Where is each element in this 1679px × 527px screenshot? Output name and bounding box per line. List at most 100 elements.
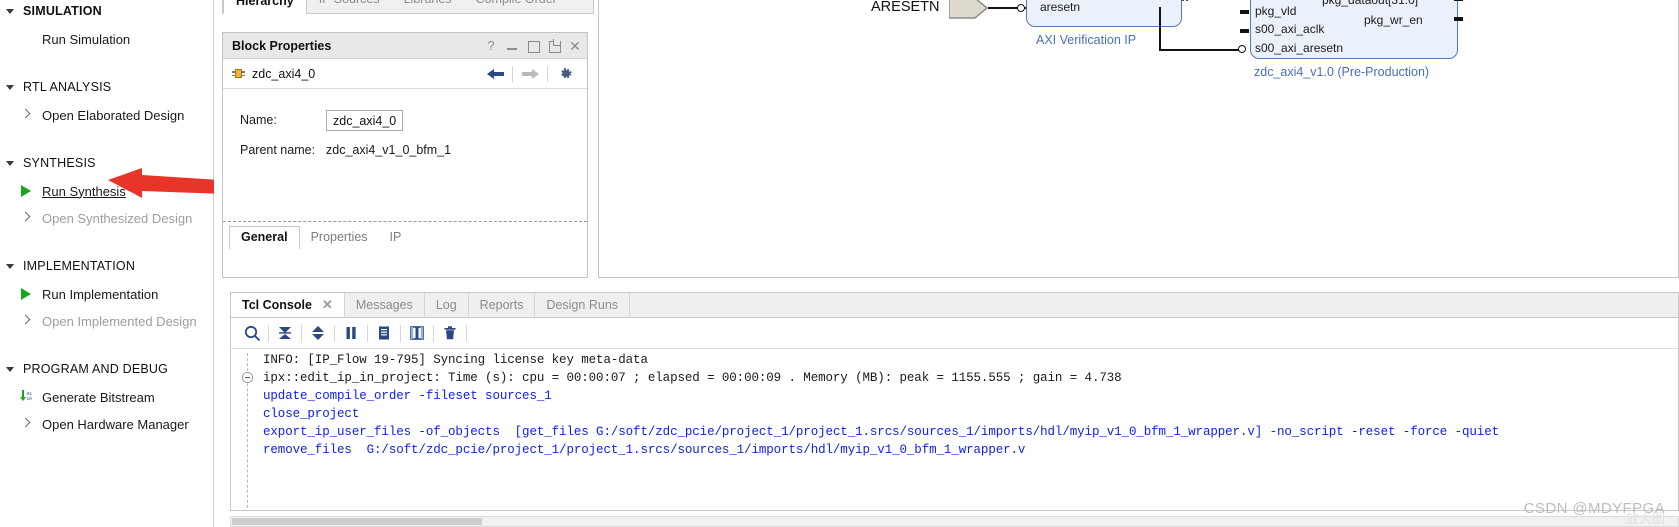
port-pin-circle: [1017, 4, 1025, 12]
tab-reports[interactable]: Reports: [469, 293, 536, 317]
port-pin: [1240, 29, 1249, 33]
external-port-aresetn-icon[interactable]: [949, 0, 989, 19]
flow-section-simulation[interactable]: SIMULATION: [0, 0, 213, 22]
close-icon[interactable]: ✕: [322, 297, 333, 313]
flow-item-generate-bitstream[interactable]: 01 10 Generate Bitstream: [0, 386, 213, 408]
flow-item-open-elaborated-design[interactable]: Open Elaborated Design: [0, 104, 213, 126]
flow-section-program-and-debug[interactable]: PROGRAM AND DEBUG: [0, 358, 213, 380]
field-row-name: Name: zdc_axi4_0: [223, 105, 587, 135]
flow-item-label: Open Hardware Manager: [42, 416, 189, 432]
port-label-s00-axi-aclk: s00_axi_aclk: [1255, 22, 1325, 36]
nav-buttons: [481, 63, 579, 85]
help-icon[interactable]: ?: [485, 39, 497, 52]
copy-icon[interactable]: [369, 320, 399, 346]
port-pin: [1454, 0, 1463, 1]
flow-item-run-simulation[interactable]: Run Simulation: [0, 28, 213, 50]
watermark-secondary: 放大图: [1625, 511, 1665, 526]
tab-hierarchy[interactable]: Hierarchy: [223, 0, 307, 14]
caret-down-icon[interactable]: [6, 82, 16, 92]
flow-item-open-implemented-design[interactable]: Open Implemented Design: [0, 310, 213, 332]
block-caption-axi-verification-ip: AXI Verification IP: [1036, 33, 1137, 47]
tab-label: Design Runs: [546, 298, 619, 312]
console-line: remove_files G:/soft/zdc_pcie/project_1/…: [263, 443, 1026, 457]
field-row-parent-name: Parent name: zdc_axi4_v1_0_bfm_1: [223, 135, 587, 165]
flow-section-rtl-analysis[interactable]: RTL ANALYSIS: [0, 76, 213, 98]
flow-item-run-synthesis[interactable]: Run Synthesis: [0, 180, 213, 202]
fold-toggle-icon[interactable]: [242, 372, 253, 383]
flow-section-label: SIMULATION: [23, 4, 102, 18]
caret-down-icon[interactable]: [6, 158, 16, 168]
maximize-icon[interactable]: [527, 40, 540, 53]
block-design-canvas[interactable]: ARESETN aresetn m_axi AXI Verification I…: [598, 0, 1679, 278]
panel-title: Block Properties: [232, 38, 332, 53]
console-line: INFO: [IP_Flow 19-795] Syncing license k…: [263, 353, 648, 367]
bus-pin-icon: [1182, 0, 1188, 5]
chevron-right-icon: [18, 210, 34, 226]
scrollbar-thumb[interactable]: [232, 518, 482, 525]
svg-text:10: 10: [27, 396, 33, 402]
flow-item-label: Run Synthesis: [42, 183, 126, 199]
tab-general[interactable]: General: [229, 226, 300, 249]
console-toolbar: [230, 318, 1679, 348]
flow-section-synthesis[interactable]: SYNTHESIS: [0, 152, 213, 174]
play-icon: [18, 183, 34, 199]
play-icon: [18, 286, 34, 302]
tab-tcl-console[interactable]: Tcl Console ✕: [231, 293, 345, 317]
console-line: ipx::edit_ip_in_project: Time (s): cpu =…: [263, 371, 1122, 385]
flow-item-open-synthesized-design[interactable]: Open Synthesized Design: [0, 207, 213, 229]
flow-section-implementation[interactable]: IMPLEMENTATION: [0, 255, 213, 277]
divider: [433, 324, 434, 342]
parent-name-value: zdc_axi4_v1_0_bfm_1: [326, 143, 452, 157]
caret-down-icon[interactable]: [6, 6, 16, 16]
field-label: Name:: [240, 113, 277, 127]
forward-arrow-icon[interactable]: [516, 63, 544, 85]
chevron-right-icon: [18, 416, 34, 432]
console-line: export_ip_user_files -of_objects [get_fi…: [263, 425, 1500, 439]
tab-messages[interactable]: Messages: [345, 293, 425, 317]
name-input[interactable]: zdc_axi4_0: [326, 109, 404, 131]
external-port-aresetn-label[interactable]: ARESETN: [871, 0, 940, 15]
block-properties-panel: Block Properties ? ✕ zdc_axi4_0 Name: zd…: [222, 32, 588, 278]
tab-label: Reports: [479, 298, 524, 312]
minimize-icon[interactable]: [506, 40, 518, 52]
collapse-all-icon[interactable]: [270, 320, 300, 346]
console-horizontal-scrollbar[interactable]: [230, 516, 1679, 527]
tab-libraries[interactable]: Libraries: [392, 0, 464, 13]
chevron-right-icon: [18, 107, 34, 123]
caret-down-icon[interactable]: [6, 261, 16, 271]
close-icon[interactable]: ✕: [569, 39, 581, 53]
tab-compile-order[interactable]: Compile Order: [464, 0, 569, 13]
flow-item-run-implementation[interactable]: Run Implementation: [0, 283, 213, 305]
gear-icon[interactable]: [551, 63, 579, 85]
flow-item-label: Run Implementation: [42, 286, 159, 302]
caret-down-icon[interactable]: [6, 364, 16, 374]
float-icon[interactable]: [548, 40, 561, 53]
divider: [547, 65, 548, 82]
tab-log[interactable]: Log: [425, 293, 469, 317]
tab-properties[interactable]: Properties: [300, 227, 379, 249]
tab-label: Log: [435, 298, 457, 312]
search-icon[interactable]: [237, 320, 267, 346]
flow-item-open-hardware-manager[interactable]: Open Hardware Manager: [0, 413, 213, 435]
block-caption-zdc-axi4: zdc_axi4_v1.0 (Pre-Production): [1254, 65, 1430, 79]
block-properties-titlebar: Block Properties ? ✕: [223, 33, 587, 59]
console-output[interactable]: INFO: [IP_Flow 19-795] Syncing license k…: [230, 348, 1679, 511]
port-pin: [1454, 17, 1463, 21]
tab-ip[interactable]: IP: [379, 227, 413, 249]
console-tab-strip: Tcl Console ✕ Messages Log Reports Desig…: [230, 292, 1679, 318]
wire: [1159, 49, 1239, 51]
divider: [268, 324, 269, 342]
back-arrow-icon[interactable]: [481, 63, 509, 85]
flow-navigator: SIMULATION Run Simulation RTL ANALYSIS O…: [0, 0, 214, 527]
tab-ip-sources[interactable]: IP Sources: [307, 0, 392, 13]
flow-item-label: Open Implemented Design: [42, 313, 197, 329]
expand-all-icon[interactable]: [303, 320, 333, 346]
wire: [1159, 7, 1161, 51]
layout-icon[interactable]: [402, 320, 432, 346]
port-label-pkg-vld: pkg_vld: [1255, 4, 1297, 18]
clear-icon[interactable]: [435, 320, 465, 346]
tab-label: Messages: [355, 298, 413, 312]
pause-icon[interactable]: [336, 320, 366, 346]
divider: [466, 324, 467, 342]
tab-design-runs[interactable]: Design Runs: [535, 293, 631, 317]
